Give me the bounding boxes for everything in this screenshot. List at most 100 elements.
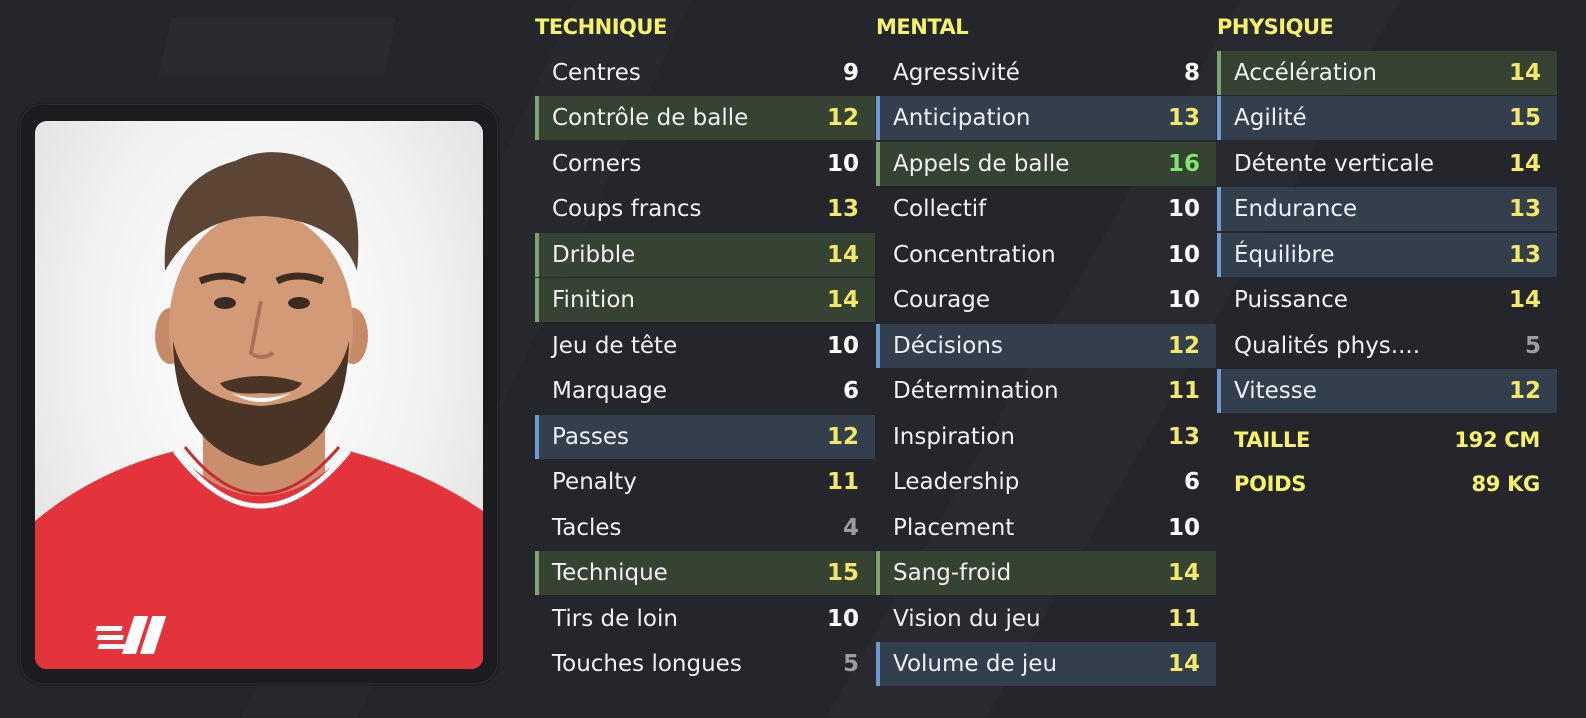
attr-row[interactable]: Vitesse 12 xyxy=(1217,369,1557,413)
attr-value: 10 xyxy=(1167,242,1200,268)
attr-label: Agilité xyxy=(1234,105,1307,131)
attr-row[interactable]: Placement 10 xyxy=(876,506,1216,550)
attr-value: 13 xyxy=(1508,196,1541,222)
attr-row[interactable]: Contrôle de balle 12 xyxy=(535,96,875,140)
height-value: 192 CM xyxy=(1454,428,1540,452)
highlight-bar xyxy=(876,642,880,686)
attr-value: 11 xyxy=(1167,378,1200,404)
attr-label: Endurance xyxy=(1234,196,1358,222)
attr-value: 12 xyxy=(1508,378,1541,404)
attr-value: 4 xyxy=(842,515,859,541)
attr-row[interactable]: Tacles 4 xyxy=(535,506,875,550)
attr-label: Coups francs xyxy=(552,196,702,222)
attr-row[interactable]: Collectif 10 xyxy=(876,187,1216,231)
height-row: TAILLE 192 CM xyxy=(1234,428,1540,458)
attr-label: Touches longues xyxy=(552,651,742,677)
attr-row[interactable]: Détermination 11 xyxy=(876,369,1216,413)
attr-value: 15 xyxy=(826,560,859,586)
attr-row[interactable]: Leadership 6 xyxy=(876,460,1216,504)
attr-row[interactable]: Vision du jeu 11 xyxy=(876,597,1216,641)
attr-label: Qualités phys.... xyxy=(1234,333,1421,359)
attr-value: 14 xyxy=(1167,651,1200,677)
attr-row[interactable]: Dribble 14 xyxy=(535,233,875,277)
attr-row[interactable]: Technique 15 xyxy=(535,551,875,595)
highlight-bar xyxy=(876,551,880,595)
player-portrait xyxy=(35,121,483,669)
attr-label: Appels de balle xyxy=(893,151,1070,177)
weight-label: POIDS xyxy=(1234,472,1307,496)
attr-row[interactable]: Volume de jeu 14 xyxy=(876,642,1216,686)
attr-label: Contrôle de balle xyxy=(552,105,749,131)
attr-row[interactable]: Sang-froid 14 xyxy=(876,551,1216,595)
attr-row[interactable]: Finition 14 xyxy=(535,278,875,322)
attr-label: Détente verticale xyxy=(1234,151,1434,177)
highlight-bar xyxy=(876,324,880,368)
attr-label: Tirs de loin xyxy=(552,606,678,632)
attr-row[interactable]: Penalty 11 xyxy=(535,460,875,504)
attr-row[interactable]: Équilibre 13 xyxy=(1217,233,1557,277)
attr-value: 10 xyxy=(826,333,859,359)
attr-row[interactable]: Tirs de loin 10 xyxy=(535,597,875,641)
attr-row[interactable]: Accélération 14 xyxy=(1217,51,1557,95)
background-decoration xyxy=(159,18,396,76)
highlight-bar xyxy=(1217,233,1221,277)
attr-value: 12 xyxy=(1167,333,1200,359)
attr-row[interactable]: Jeu de tête 10 xyxy=(535,324,875,368)
attr-value: 10 xyxy=(1167,196,1200,222)
attr-row[interactable]: Inspiration 13 xyxy=(876,415,1216,459)
height-label: TAILLE xyxy=(1234,428,1311,452)
attr-row[interactable]: Détente verticale 14 xyxy=(1217,142,1557,186)
attr-value: 13 xyxy=(826,196,859,222)
attr-row[interactable]: Puissance 14 xyxy=(1217,278,1557,322)
attr-row[interactable]: Endurance 13 xyxy=(1217,187,1557,231)
attr-label: Dribble xyxy=(552,242,636,268)
attr-value: 16 xyxy=(1167,151,1200,177)
attr-value: 14 xyxy=(826,287,859,313)
attr-row[interactable]: Concentration 10 xyxy=(876,233,1216,277)
attr-row[interactable]: Décisions 12 xyxy=(876,324,1216,368)
attr-row[interactable]: Coups francs 13 xyxy=(535,187,875,231)
attr-value: 6 xyxy=(1183,469,1200,495)
attr-row[interactable]: Qualités phys.... 5 xyxy=(1217,324,1557,368)
attr-label: Sang-froid xyxy=(893,560,1012,586)
attr-value: 14 xyxy=(1167,560,1200,586)
attr-value: 14 xyxy=(1508,287,1541,313)
attr-value: 11 xyxy=(826,469,859,495)
attr-row[interactable]: Passes 12 xyxy=(535,415,875,459)
attr-label: Courage xyxy=(893,287,991,313)
player-attributes-panel: TECHNIQUE Centres 9 Contrôle de balle 12 C… xyxy=(0,0,1586,718)
attr-value: 14 xyxy=(1508,60,1541,86)
attr-row[interactable]: Agressivité 8 xyxy=(876,51,1216,95)
attr-value: 14 xyxy=(1508,151,1541,177)
attr-label: Technique xyxy=(552,560,668,586)
attr-label: Jeu de tête xyxy=(552,333,678,359)
highlight-bar xyxy=(535,233,539,277)
technique-title: TECHNIQUE xyxy=(535,15,667,39)
player-photo-image xyxy=(35,152,483,669)
attr-row[interactable]: Agilité 15 xyxy=(1217,96,1557,140)
attr-label: Décisions xyxy=(893,333,1003,359)
attr-label: Vision du jeu xyxy=(893,606,1041,632)
attr-label: Placement xyxy=(893,515,1015,541)
attr-label: Accélération xyxy=(1234,60,1377,86)
attr-value: 10 xyxy=(826,606,859,632)
attr-row[interactable]: Courage 10 xyxy=(876,278,1216,322)
weight-row: POIDS 89 KG xyxy=(1234,472,1540,502)
attr-row[interactable]: Touches longues 5 xyxy=(535,642,875,686)
attr-value: 9 xyxy=(842,60,859,86)
attr-label: Détermination xyxy=(893,378,1059,404)
attr-value: 12 xyxy=(826,105,859,131)
attr-value: 13 xyxy=(1167,105,1200,131)
attr-row[interactable]: Appels de balle 16 xyxy=(876,142,1216,186)
highlight-bar xyxy=(1217,51,1221,95)
attr-row[interactable]: Anticipation 13 xyxy=(876,96,1216,140)
attr-row[interactable]: Centres 9 xyxy=(535,51,875,95)
attr-label: Centres xyxy=(552,60,641,86)
attr-row[interactable]: Marquage 6 xyxy=(535,369,875,413)
attr-label: Passes xyxy=(552,424,630,450)
highlight-bar xyxy=(876,96,880,140)
attr-row[interactable]: Corners 10 xyxy=(535,142,875,186)
attr-value: 10 xyxy=(1167,515,1200,541)
highlight-bar xyxy=(1217,187,1221,231)
attr-label: Leadership xyxy=(893,469,1020,495)
